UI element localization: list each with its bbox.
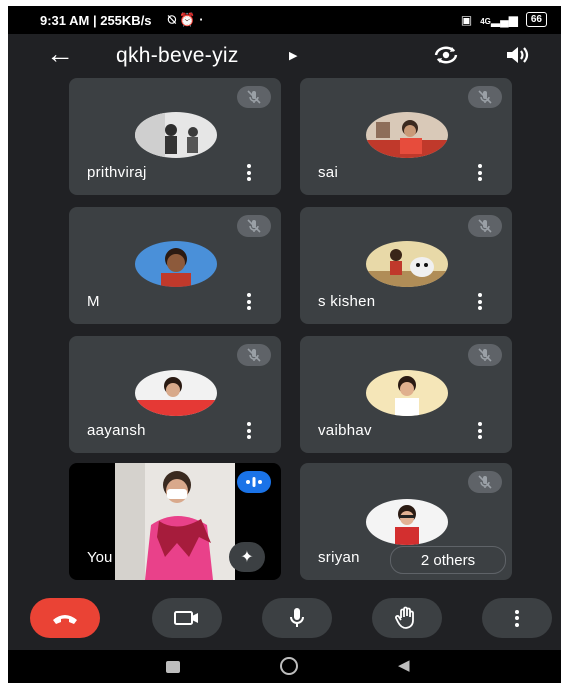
end-call-button[interactable] bbox=[30, 598, 100, 638]
more-vert-icon[interactable] bbox=[478, 422, 482, 439]
meeting-code[interactable]: qkh-beve-yiz bbox=[116, 44, 239, 68]
mic-off-icon bbox=[237, 215, 271, 237]
recents-icon[interactable] bbox=[166, 661, 180, 673]
participant-tile[interactable]: M bbox=[69, 207, 281, 324]
switch-camera-icon[interactable] bbox=[431, 40, 461, 70]
avatar bbox=[366, 499, 448, 545]
mic-icon bbox=[290, 608, 304, 627]
more-vert-icon[interactable] bbox=[478, 164, 482, 181]
participant-tile[interactable]: vaibhav bbox=[300, 336, 512, 453]
phone-screen: 9:31 AM | 255KB/s ⍉ ⏰ · ▣ 4G▂▄▆ 66 ← qkh… bbox=[8, 6, 561, 683]
battery-icon: 66 bbox=[525, 12, 547, 27]
avatar bbox=[135, 370, 217, 416]
system-nav-bar: ◀ bbox=[8, 650, 561, 683]
participant-name: vaibhav bbox=[318, 422, 372, 439]
avatar bbox=[366, 370, 448, 416]
participant-tile[interactable]: sriyan 2 others bbox=[300, 463, 512, 580]
avatar bbox=[366, 241, 448, 287]
more-vert-icon[interactable] bbox=[247, 164, 251, 181]
status-time: 9:31 AM | 255KB/s bbox=[40, 13, 152, 28]
speaking-indicator-icon bbox=[237, 471, 271, 493]
others-chip[interactable]: 2 others bbox=[390, 546, 506, 574]
status-right: ▣ 4G▂▄▆ 66 bbox=[461, 12, 547, 27]
more-vert-icon[interactable] bbox=[478, 293, 482, 310]
participant-name: sai bbox=[318, 164, 339, 181]
raise-hand-button[interactable] bbox=[372, 598, 442, 638]
self-view-tile[interactable]: You ✦ bbox=[69, 463, 281, 580]
participant-name: sriyan bbox=[318, 549, 360, 566]
signal-icon: 4G▂▄▆ bbox=[480, 12, 518, 27]
status-extra-icons: ⍉ ⏰ · bbox=[168, 12, 204, 27]
speaker-icon[interactable] bbox=[502, 40, 532, 70]
participant-tile[interactable]: prithviraj bbox=[69, 78, 281, 195]
mic-off-icon bbox=[468, 344, 502, 366]
mic-off-icon bbox=[237, 86, 271, 108]
expand-arrow-icon[interactable]: ▶ bbox=[289, 49, 297, 62]
participant-tile[interactable]: sai bbox=[300, 78, 512, 195]
participant-name: M bbox=[87, 293, 100, 310]
participant-name: prithviraj bbox=[87, 164, 147, 181]
avatar bbox=[135, 112, 217, 158]
avatar bbox=[366, 112, 448, 158]
participant-name: s kishen bbox=[318, 293, 376, 310]
avatar bbox=[135, 241, 217, 287]
volte-icon: ▣ bbox=[460, 12, 473, 27]
more-vert-icon[interactable] bbox=[247, 422, 251, 439]
sparkle-icon[interactable]: ✦ bbox=[229, 542, 265, 572]
more-options-button[interactable] bbox=[482, 598, 552, 638]
meeting-header: ← qkh-beve-yiz ▶ bbox=[8, 34, 561, 78]
status-bar: 9:31 AM | 255KB/s ⍉ ⏰ · ▣ 4G▂▄▆ 66 bbox=[8, 6, 561, 34]
self-video bbox=[115, 463, 235, 580]
arrow-left-icon[interactable]: ← bbox=[46, 40, 74, 68]
more-vert-icon[interactable] bbox=[247, 293, 251, 310]
videocam-icon bbox=[174, 611, 198, 625]
mic-button[interactable] bbox=[262, 598, 332, 638]
more-vert-icon bbox=[515, 609, 519, 627]
participant-tile[interactable]: s kishen bbox=[300, 207, 512, 324]
mic-off-icon bbox=[468, 471, 502, 493]
self-label: You bbox=[87, 549, 113, 566]
end-call-icon bbox=[53, 615, 77, 624]
mic-off-icon bbox=[237, 344, 271, 366]
raise-hand-icon bbox=[395, 606, 414, 629]
home-icon[interactable] bbox=[280, 657, 298, 675]
mic-off-icon bbox=[468, 86, 502, 108]
camera-button[interactable] bbox=[152, 598, 222, 638]
back-nav-icon[interactable]: ◀ bbox=[398, 656, 410, 674]
mic-off-icon bbox=[468, 215, 502, 237]
participant-tile[interactable]: aayansh bbox=[69, 336, 281, 453]
call-controls bbox=[8, 594, 561, 644]
participant-name: aayansh bbox=[87, 422, 146, 439]
